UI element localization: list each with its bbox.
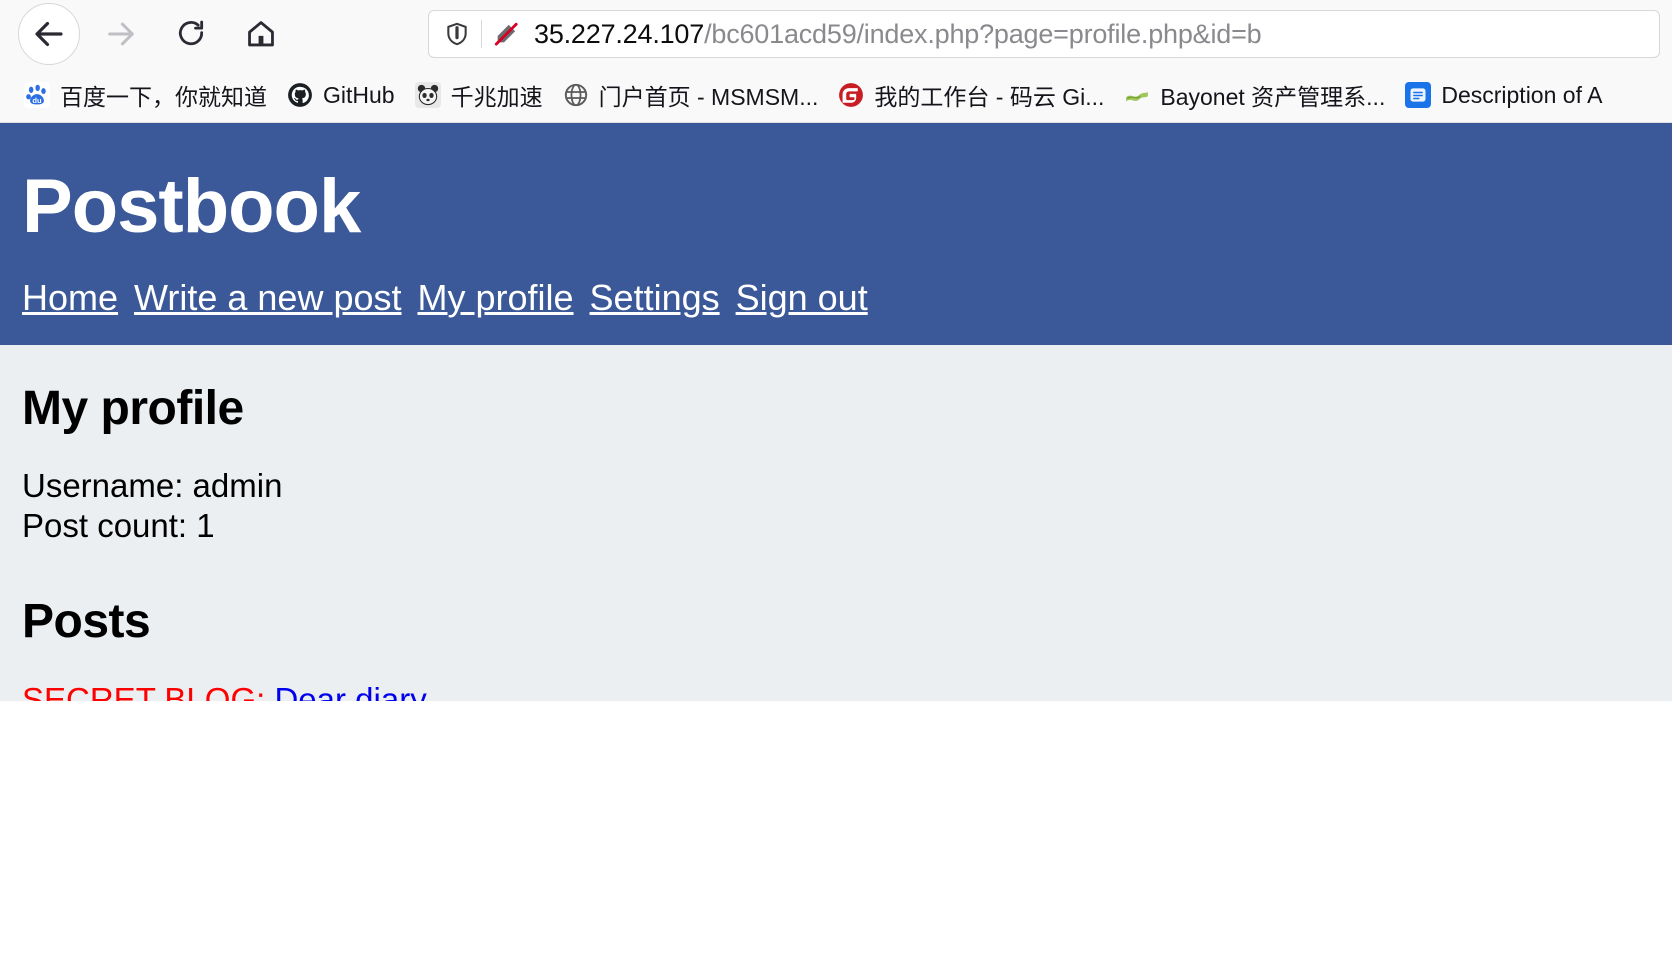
nav-link-sign-out[interactable]: Sign out <box>736 277 868 318</box>
bookmark-item-msmsm-portal[interactable]: 门户首页 - MSMSM... <box>553 75 829 115</box>
baidu-icon: du <box>24 82 50 108</box>
bookmark-item-qianzhao[interactable]: 千兆加速 <box>405 75 553 115</box>
browser-toolbar: 35.227.24.107/bc601acd59/index.php?page=… <box>0 0 1672 68</box>
bookmark-label: GitHub <box>323 81 395 108</box>
globe-icon <box>563 82 589 108</box>
bookmark-item-bayonet[interactable]: Bayonet 资产管理系... <box>1114 75 1395 115</box>
bookmark-item-github[interactable]: GitHub <box>277 75 405 115</box>
page-content: Postbook Home Write a new post My profile S… <box>0 123 1672 701</box>
post-secret-prefix: SECRET BLOG: <box>22 681 275 701</box>
list-item: SECRET BLOG: Dear diary... <box>22 679 1650 701</box>
bookmark-label: 百度一下，你就知道 <box>60 84 267 110</box>
nav-link-write-a-new-post[interactable]: Write a new post <box>134 277 401 318</box>
github-icon <box>287 82 313 108</box>
gitee-icon <box>838 82 864 108</box>
reload-button[interactable] <box>164 7 218 61</box>
nav-link-settings[interactable]: Settings <box>590 277 720 318</box>
insecure-connection-icon <box>494 22 518 46</box>
back-arrow-icon <box>35 21 63 47</box>
back-button[interactable] <box>18 3 80 65</box>
reload-icon <box>178 20 204 46</box>
svg-text:du: du <box>32 96 42 105</box>
bookmark-item-gitee[interactable]: 我的工作台 - 码云 Gi... <box>828 75 1114 115</box>
nav-link-home[interactable]: Home <box>22 277 118 318</box>
profile-heading: My profile <box>22 381 244 435</box>
profile-info: Username: admin Post count: 1 <box>22 466 1650 547</box>
bookmark-label: Description of A <box>1441 81 1603 108</box>
home-button[interactable] <box>234 7 288 61</box>
main-content: My profile Username: admin Post count: 1… <box>0 381 1672 701</box>
posts-list: SECRET BLOG: Dear diary... <box>22 679 1650 701</box>
description-app-icon <box>1405 82 1432 108</box>
post-link-dear-diary[interactable]: Dear diary... <box>274 681 451 701</box>
browser-chrome: 35.227.24.107/bc601acd59/index.php?page=… <box>0 0 1672 123</box>
bookmark-label: 千兆加速 <box>450 84 543 110</box>
forward-button <box>94 7 148 61</box>
page-title: Postbook <box>22 164 361 249</box>
post-count-line: Post count: 1 <box>22 507 215 545</box>
bookmarks-bar: du 百度一下，你就知道 GitHub 千兆加速 门户首页 - MSMSM...… <box>0 68 1672 123</box>
site-navigation: Home Write a new post My profile Settings Si… <box>0 247 1672 319</box>
url-host: 35.227.24.107 <box>534 18 705 49</box>
forward-arrow-icon <box>108 22 134 46</box>
posts-heading: Posts <box>22 595 151 649</box>
bookmark-item-description[interactable]: Description of A <box>1395 75 1612 115</box>
bayonet-flag-icon <box>1124 82 1150 108</box>
tracking-protection-button[interactable] <box>437 14 477 54</box>
bookmark-label: 我的工作台 - 码云 Gi... <box>874 84 1105 110</box>
panda-icon <box>414 82 441 108</box>
urlbar-divider <box>481 20 482 48</box>
bookmark-label: 门户首页 - MSMSM... <box>598 84 819 110</box>
url-text[interactable]: 35.227.24.107/bc601acd59/index.php?page=… <box>526 19 1261 50</box>
shield-icon <box>447 22 467 46</box>
site-header: Postbook Home Write a new post My profile S… <box>0 123 1672 345</box>
connection-security-button[interactable] <box>486 14 526 54</box>
url-path: /bc601acd59/index.php?page=profile.php&i… <box>704 18 1262 49</box>
bookmark-label: Bayonet 资产管理系... <box>1160 84 1386 110</box>
bookmark-item-baidu[interactable]: du 百度一下，你就知道 <box>14 75 277 115</box>
urlbar-container: 35.227.24.107/bc601acd59/index.php?page=… <box>288 10 1660 58</box>
url-bar[interactable]: 35.227.24.107/bc601acd59/index.php?page=… <box>428 10 1660 58</box>
nav-link-my-profile[interactable]: My profile <box>417 277 573 318</box>
home-icon <box>248 21 274 47</box>
username-line: Username: admin <box>22 466 283 504</box>
